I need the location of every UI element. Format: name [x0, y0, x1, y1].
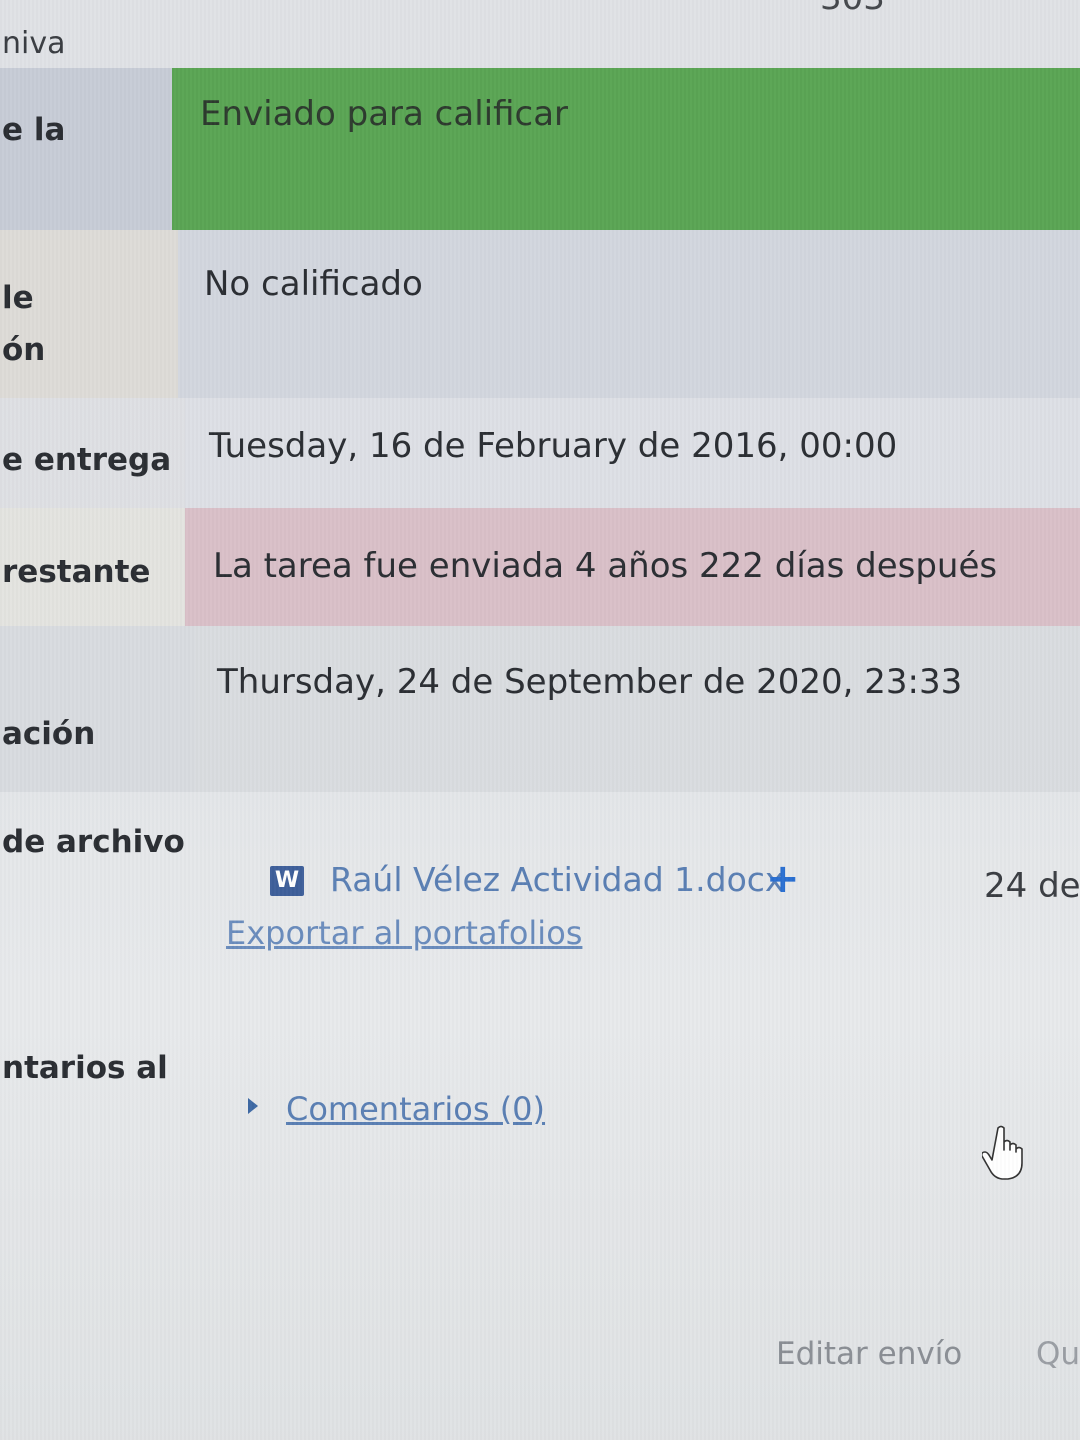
- file-date: 24 de: [984, 866, 1080, 906]
- row-label-line2: ón: [2, 332, 46, 368]
- table-row-last-modified: ación Thursday, 24 de September de 2020,…: [0, 626, 1080, 792]
- row-label-cell: e la: [0, 68, 172, 230]
- submission-status-screen: niva 303 e la Enviado para calificar le …: [0, 0, 1080, 1440]
- grading-status-value: No calificado: [204, 264, 423, 304]
- row-label: ación: [2, 716, 96, 752]
- comments-cell: Comentarios (0): [220, 1030, 1080, 1230]
- submission-status-value: Enviado para calificar: [200, 94, 569, 134]
- row-label-cell: ntarios al: [0, 1030, 220, 1230]
- grading-cell: No calificado: [178, 230, 1080, 398]
- next-action-button[interactable]: Qu: [1036, 1336, 1080, 1372]
- table-row-grading-status: le ón No calificado: [0, 230, 1080, 398]
- row-label-cell: e entrega: [0, 398, 185, 508]
- row-label-cell: le ón: [0, 230, 178, 398]
- row-label-cell: de archivo: [0, 792, 210, 1022]
- edit-submission-button[interactable]: Editar envío: [776, 1336, 962, 1372]
- hand-cursor-icon: [982, 1125, 1023, 1180]
- table-row-previous: niva 303: [0, 0, 1080, 70]
- time-remaining-cell: La tarea fue enviada 4 años 222 días des…: [185, 508, 1080, 626]
- row-label: de archivo: [2, 824, 185, 860]
- table-row-file-submissions: de archivo W Raúl Vélez Actividad 1.docx…: [0, 792, 1080, 1022]
- row-label-cell: ación: [0, 626, 195, 792]
- row-label-cell: restante: [0, 508, 185, 626]
- row-label: niva: [2, 26, 66, 61]
- table-row-submission-status: e la Enviado para calificar: [0, 68, 1080, 230]
- row-label: ntarios al: [2, 1050, 168, 1086]
- due-date-cell: Tuesday, 16 de February de 2016, 00:00: [185, 398, 1080, 508]
- row-value: 303: [820, 0, 885, 18]
- table-row-time-remaining: restante La tarea fue enviada 4 años 222…: [0, 508, 1080, 626]
- row-label: restante: [2, 554, 151, 590]
- file-submissions-cell: W Raúl Vélez Actividad 1.docx + 24 de Ex…: [210, 792, 1080, 1022]
- row-label-line1: le: [2, 280, 34, 316]
- triangle-right-icon[interactable]: [248, 1098, 258, 1114]
- status-cell: Enviado para calificar: [172, 68, 1080, 230]
- file-link[interactable]: Raúl Vélez Actividad 1.docx: [330, 860, 784, 899]
- comments-link[interactable]: Comentarios (0): [286, 1090, 545, 1128]
- plus-icon[interactable]: +: [766, 856, 800, 902]
- row-label: e la: [2, 112, 66, 148]
- table-row-due-date: e entrega Tuesday, 16 de February de 201…: [0, 398, 1080, 508]
- word-doc-icon: W: [270, 866, 304, 896]
- export-portfolio-link[interactable]: Exportar al portafolios: [226, 914, 582, 952]
- row-label: e entrega: [2, 442, 172, 478]
- time-remaining-value: La tarea fue enviada 4 años 222 días des…: [213, 546, 998, 586]
- last-modified-value: Thursday, 24 de September de 2020, 23:33: [217, 662, 963, 702]
- due-date-value: Tuesday, 16 de February de 2016, 00:00: [209, 426, 898, 466]
- last-modified-cell: Thursday, 24 de September de 2020, 23:33: [195, 626, 1080, 792]
- table-row-submission-comments: ntarios al Comentarios (0): [0, 1030, 1080, 1230]
